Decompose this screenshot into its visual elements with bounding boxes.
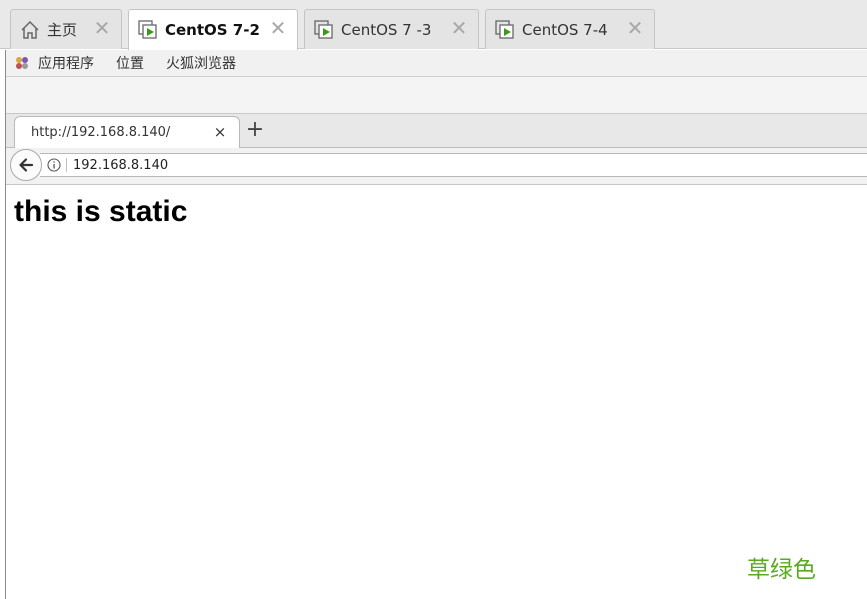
places-label: 位置 <box>116 56 144 72</box>
vm-icon <box>495 19 514 39</box>
page-content: this is static <box>6 185 867 599</box>
url-bar[interactable]: 192.168.8.140 <box>40 153 867 177</box>
vm-tab-centos-7-3[interactable]: CentOS 7 -3 ✕ <box>304 9 479 49</box>
vm-tab-label: CentOS 7 -3 <box>341 20 432 39</box>
browser-tab[interactable]: http://192.168.8.140/ × <box>14 116 240 148</box>
applications-icon <box>16 57 28 69</box>
firefox-menu[interactable]: 火狐浏览器 <box>166 53 236 73</box>
info-icon[interactable] <box>47 158 61 172</box>
vm-tab-bar: 主页 ✕ CentOS 7-2 ✕ CentOS 7 -3 ✕ CentOS 7… <box>0 0 867 50</box>
browser-tab-close-button[interactable]: × <box>213 123 227 141</box>
places-menu[interactable]: 位置 <box>116 53 144 73</box>
vm-tab-label: CentOS 7-2 <box>165 21 260 39</box>
new-tab-button[interactable]: + <box>242 119 268 143</box>
applications-menu[interactable]: 应用程序 <box>6 53 94 73</box>
vm-tab-close-button[interactable]: ✕ <box>93 18 111 38</box>
url-text[interactable]: 192.168.8.140 <box>73 158 168 173</box>
page-heading: this is static <box>14 195 188 228</box>
firefox-label: 火狐浏览器 <box>166 56 236 72</box>
url-separator <box>66 158 67 172</box>
back-arrow-icon <box>19 158 34 172</box>
vm-icon <box>314 19 333 39</box>
vm-tab-close-button[interactable]: ✕ <box>450 18 468 38</box>
browser-tab-strip: http://192.168.8.140/ × + <box>6 114 867 148</box>
vm-tab-close-button[interactable]: ✕ <box>626 18 644 38</box>
vm-tab-label: CentOS 7-4 <box>522 20 608 39</box>
watermark: 草绿色 <box>747 557 816 583</box>
browser-tab-title: http://192.168.8.140/ <box>31 125 171 140</box>
vm-tab-close-button[interactable]: ✕ <box>269 18 287 38</box>
vm-tab-label: 主页 <box>47 21 78 39</box>
vm-tab-centos-7-4[interactable]: CentOS 7-4 ✕ <box>485 9 655 49</box>
vm-icon <box>138 20 157 39</box>
gnome-top-bar: 应用程序 位置 火狐浏览器 <box>6 50 867 77</box>
browser-navbar: 192.168.8.140 <box>6 148 867 185</box>
browser-titlebar <box>6 77 867 114</box>
back-button[interactable] <box>10 149 42 181</box>
vm-tab-home[interactable]: 主页 ✕ <box>10 9 122 49</box>
applications-label: 应用程序 <box>38 56 94 72</box>
vm-tab-centos-7-2[interactable]: CentOS 7-2 ✕ <box>128 9 298 50</box>
home-icon <box>21 20 39 39</box>
